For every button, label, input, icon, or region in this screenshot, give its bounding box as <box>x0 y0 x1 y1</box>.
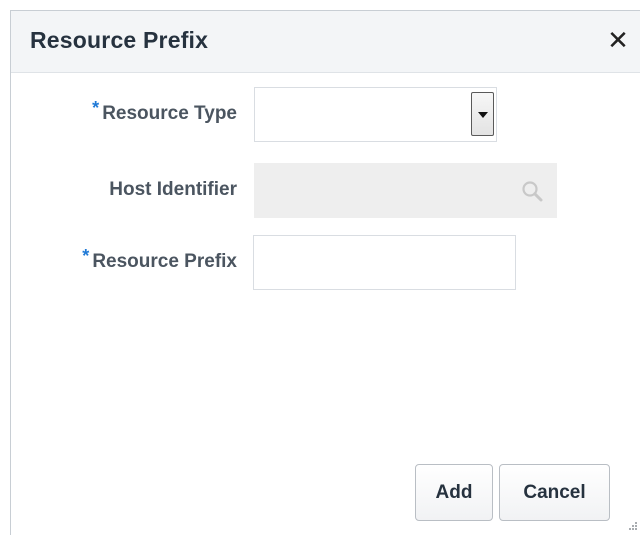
resource-type-select[interactable] <box>254 87 497 142</box>
resource-type-label: * Resource Type <box>92 98 237 125</box>
resource-prefix-input[interactable] <box>253 235 516 290</box>
host-identifier-field <box>254 163 557 218</box>
cancel-button[interactable]: Cancel <box>499 464 610 521</box>
resource-prefix-row: * Resource Prefix <box>11 235 640 290</box>
dialog-title: Resource Prefix <box>30 27 209 53</box>
resource-prefix-label-text: Resource Prefix <box>92 251 237 272</box>
add-button[interactable]: Add <box>415 464 493 521</box>
resource-prefix-dialog: Resource Prefix ✕ * Resource Type Host Id… <box>10 10 640 535</box>
host-identifier-label: Host Identifier <box>109 179 237 200</box>
host-identifier-row: Host Identifier <box>11 163 640 218</box>
resource-type-label-text: Resource Type <box>102 103 237 124</box>
close-icon[interactable]: ✕ <box>606 27 630 54</box>
resource-prefix-label: * Resource Prefix <box>82 246 237 273</box>
required-marker: * <box>92 98 100 118</box>
dialog-title-bar[interactable]: Resource Prefix ✕ <box>11 11 640 73</box>
resize-grip-icon[interactable] <box>624 519 638 533</box>
resource-type-row: * Resource Type <box>11 87 640 142</box>
dropdown-arrow-icon[interactable] <box>471 92 494 136</box>
required-marker: * <box>82 246 90 266</box>
search-icon[interactable] <box>520 179 544 203</box>
